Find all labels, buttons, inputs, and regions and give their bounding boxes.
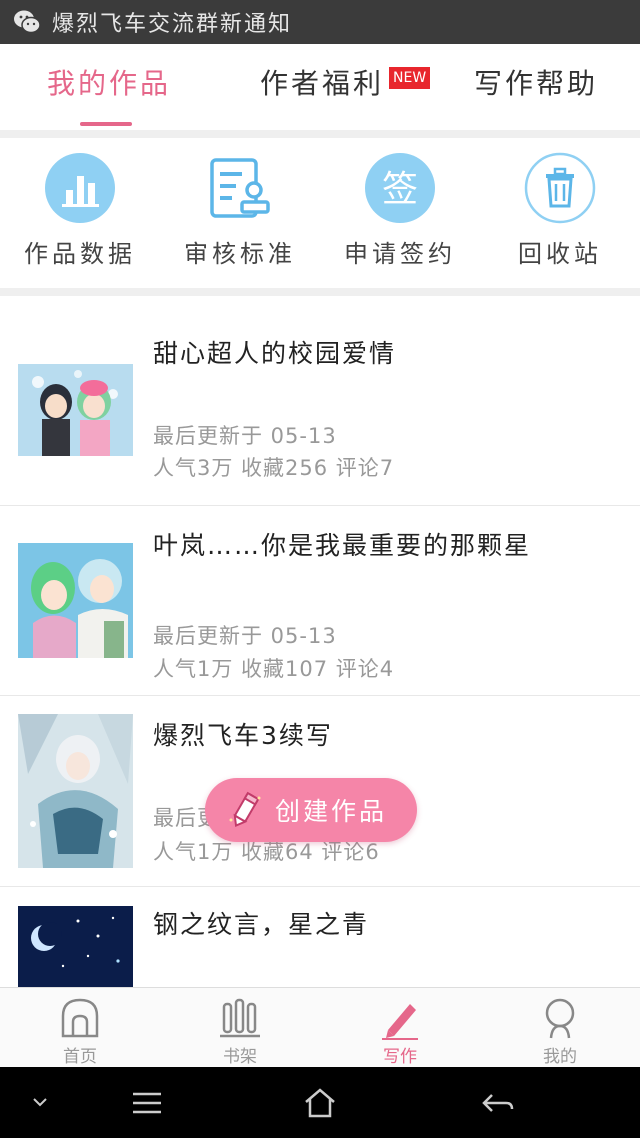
- chevron-down-icon[interactable]: [22, 1085, 62, 1121]
- sign-icon: 签: [364, 152, 436, 224]
- profile-icon: [538, 996, 582, 1040]
- action-label: 回收站: [518, 240, 602, 268]
- tab-writing-help[interactable]: 写作帮助: [474, 62, 598, 102]
- work-stats: 人气3万 收藏256 评论7: [153, 456, 395, 480]
- action-label: 审核标准: [184, 240, 296, 268]
- create-work-label: 创建作品: [275, 797, 388, 826]
- nav-profile[interactable]: 我的: [480, 996, 640, 1067]
- home-arch-icon: [58, 996, 102, 1040]
- system-navigation-bar: [0, 1067, 640, 1138]
- notification-bar[interactable]: 爆烈飞车交流群新通知: [0, 0, 640, 44]
- action-label: 申请签约: [344, 240, 456, 268]
- list-item[interactable]: 甜心超人的校园爱情 最后更新于 05-13 人气3万 收藏256 评论7: [0, 296, 640, 506]
- action-work-data[interactable]: 作品数据: [0, 152, 160, 269]
- cover-thumbnail: [18, 714, 133, 868]
- work-title: 爆烈飞车3续写: [153, 721, 333, 750]
- action-label: 作品数据: [24, 240, 136, 268]
- work-title: 甜心超人的校园爱情: [153, 339, 397, 368]
- document-stamp-icon: [204, 152, 276, 224]
- new-badge: NEW: [389, 67, 431, 89]
- notification-text: 爆烈飞车交流群新通知: [52, 12, 293, 37]
- pen-icon: [378, 996, 422, 1040]
- home-icon[interactable]: [300, 1085, 340, 1121]
- active-tab-indicator: [80, 122, 132, 126]
- list-item[interactable]: 叶岚……你是我最重要的那颗星 最后更新于 05-13 人气1万 收藏107 评论…: [0, 506, 640, 696]
- nav-bookshelf[interactable]: 书架: [160, 996, 320, 1067]
- work-updated: 最后更新于 05-13: [153, 624, 337, 648]
- tab-my-works[interactable]: 我的作品: [47, 62, 171, 102]
- nav-write[interactable]: 写作: [320, 996, 480, 1067]
- cover-thumbnail: [18, 543, 133, 658]
- back-icon[interactable]: [478, 1085, 518, 1121]
- create-work-button[interactable]: 创建作品: [205, 778, 417, 842]
- work-title: 叶岚……你是我最重要的那颗星: [153, 531, 532, 560]
- cover-thumbnail: [18, 906, 133, 987]
- action-review-standard[interactable]: 审核标准: [160, 152, 320, 269]
- list-item[interactable]: 钢之纹言，星之青: [0, 887, 640, 987]
- pencil-icon: [225, 790, 265, 830]
- nav-label: 我的: [543, 1047, 577, 1067]
- action-apply-contract[interactable]: 签 申请签约: [320, 152, 480, 269]
- top-tabs: 我的作品 作者福利 NEW 写作帮助: [0, 44, 640, 130]
- tab-author-benefits[interactable]: 作者福利: [260, 62, 384, 102]
- nav-label: 书架: [223, 1047, 257, 1067]
- trash-icon: [524, 152, 596, 224]
- sign-glyph: 签: [382, 169, 418, 210]
- wechat-icon: [12, 7, 42, 37]
- work-stats: 人气1万 收藏107 评论4: [153, 657, 395, 681]
- nav-home[interactable]: 首页: [0, 996, 160, 1067]
- work-updated: 最后更新于 05-13: [153, 424, 337, 448]
- menu-icon[interactable]: [127, 1085, 167, 1121]
- cover-thumbnail: [18, 364, 133, 456]
- divider: [0, 288, 640, 296]
- bottom-navigation: 首页 书架 写作 我的: [0, 987, 640, 1067]
- bar-chart-icon: [44, 152, 116, 224]
- quick-actions: 作品数据 审核标准 签 申请签约 回收站: [0, 138, 640, 288]
- action-recycle-bin[interactable]: 回收站: [480, 152, 640, 269]
- work-title: 钢之纹言，星之青: [153, 910, 370, 939]
- nav-label: 首页: [63, 1047, 97, 1067]
- divider: [0, 130, 640, 138]
- nav-label: 写作: [383, 1047, 417, 1067]
- bookshelf-icon: [218, 996, 262, 1040]
